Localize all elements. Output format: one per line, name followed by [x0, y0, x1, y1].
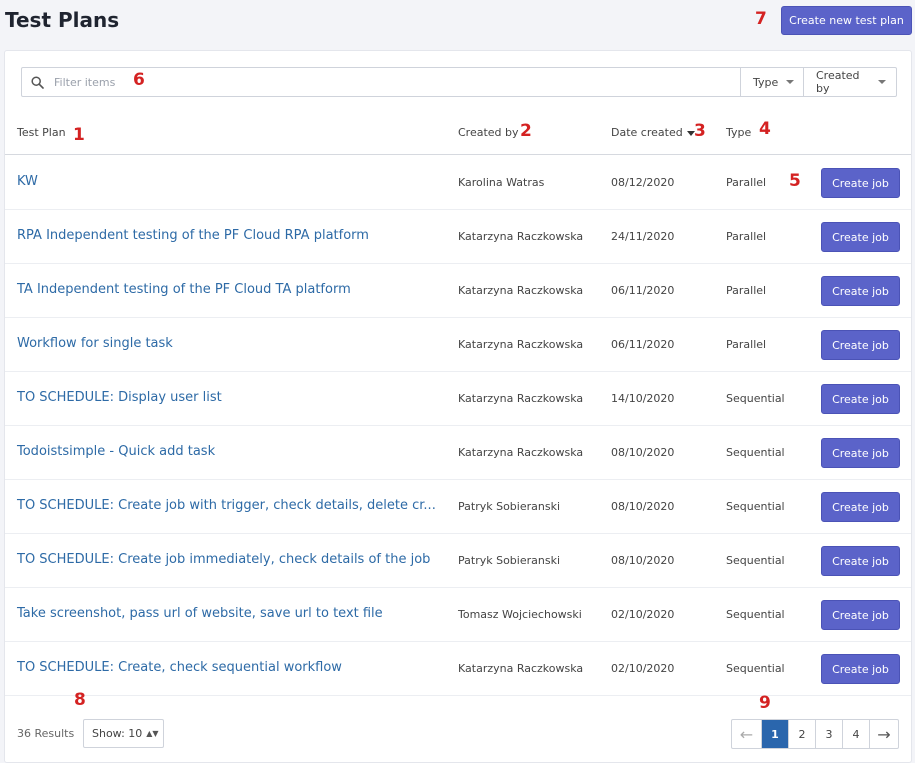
annotation-marker: 5: [789, 171, 801, 191]
type-cell: Sequential: [726, 446, 785, 459]
created-by-filter-dropdown[interactable]: Created by: [803, 68, 896, 96]
table-row: Take screenshot, pass url of website, sa…: [5, 588, 911, 642]
test-plan-link[interactable]: TO SCHEDULE: Create job immediately, che…: [17, 552, 430, 567]
created-by-cell: Katarzyna Raczkowska: [458, 392, 584, 405]
table-row: TO SCHEDULE: Create job with trigger, ch…: [5, 480, 911, 534]
type-cell: Parallel: [726, 176, 767, 189]
create-job-button[interactable]: Create job: [821, 654, 900, 684]
arrow-right-icon[interactable]: →: [869, 720, 898, 748]
type-cell: Sequential: [726, 500, 785, 513]
filter-input[interactable]: [52, 69, 740, 95]
date-created-cell: 08/10/2020: [611, 500, 675, 513]
date-created-cell: 06/11/2020: [611, 284, 675, 297]
results-count: 36 Results: [17, 727, 75, 740]
test-plan-link[interactable]: Workflow for single task: [17, 336, 173, 351]
page-title: Test Plans: [5, 8, 120, 32]
page-button[interactable]: 4: [842, 720, 869, 748]
type-cell: Sequential: [726, 554, 785, 567]
create-job-button[interactable]: Create job: [821, 492, 900, 522]
date-created-cell: 24/11/2020: [611, 230, 675, 243]
created-by-cell: Katarzyna Raczkowska: [458, 338, 584, 351]
create-new-test-plan-button[interactable]: Create new test plan: [781, 6, 912, 35]
table-row: Todoistsimple - Quick add task Katarzyna …: [5, 426, 911, 480]
table-row: TO SCHEDULE: Create job immediately, che…: [5, 534, 911, 588]
annotation-marker: 1: [73, 125, 85, 145]
create-job-button[interactable]: Create job: [821, 546, 900, 576]
date-created-cell: 02/10/2020: [611, 662, 675, 675]
column-header-date-label: Date created: [611, 126, 683, 139]
created-by-filter-label: Created by: [816, 69, 860, 95]
annotation-marker: 3: [694, 121, 706, 141]
date-created-cell: 14/10/2020: [611, 392, 675, 405]
column-header-test-plan[interactable]: Test Plan: [17, 126, 66, 139]
created-by-cell: Tomasz Wojciechowski: [458, 608, 582, 621]
column-header-created-by[interactable]: Created by: [458, 126, 519, 139]
annotation-marker: 6: [133, 70, 145, 90]
page-button[interactable]: 2: [788, 720, 815, 748]
chevron-down-icon: [878, 80, 886, 84]
type-cell: Sequential: [726, 662, 785, 675]
date-created-cell: 08/12/2020: [611, 176, 675, 189]
create-job-button[interactable]: Create job: [821, 222, 900, 252]
page-button[interactable]: 1: [761, 720, 788, 748]
table-row: TA Independent testing of the PF Cloud T…: [5, 264, 911, 318]
created-by-cell: Patryk Sobieranski: [458, 500, 561, 513]
type-filter-dropdown[interactable]: Type: [740, 68, 803, 96]
pagination: ← 1 2 3 4 →: [731, 719, 899, 749]
type-cell: Sequential: [726, 608, 785, 621]
type-cell: Parallel: [726, 284, 767, 297]
test-plans-card: Type Created by Test Plan Created by Dat…: [4, 50, 912, 763]
test-plan-link[interactable]: TO SCHEDULE: Create, check sequential wo…: [17, 660, 342, 675]
search-icon: [22, 68, 52, 96]
column-header-type[interactable]: Type: [726, 126, 751, 139]
created-by-cell: Katarzyna Raczkowska: [458, 662, 584, 675]
table-row: TO SCHEDULE: Create, check sequential wo…: [5, 642, 911, 696]
type-cell: Parallel: [726, 338, 767, 351]
table-row: TO SCHEDULE: Display user list Katarzyna …: [5, 372, 911, 426]
annotation-marker: 8: [74, 690, 86, 710]
create-job-button[interactable]: Create job: [821, 438, 900, 468]
type-cell: Sequential: [726, 392, 785, 405]
table-row: Workflow for single task Katarzyna Raczko…: [5, 318, 911, 372]
create-job-button[interactable]: Create job: [821, 384, 900, 414]
annotation-marker: 2: [520, 121, 532, 141]
up-down-chevron-icon: ▲▼: [146, 729, 159, 738]
arrow-left-icon[interactable]: ←: [732, 720, 761, 748]
test-plan-link[interactable]: TO SCHEDULE: Create job with trigger, ch…: [17, 498, 436, 513]
test-plan-link[interactable]: TO SCHEDULE: Display user list: [17, 390, 222, 405]
date-created-cell: 02/10/2020: [611, 608, 675, 621]
create-job-button[interactable]: Create job: [821, 276, 900, 306]
filter-bar: Type Created by: [21, 67, 897, 97]
test-plan-link[interactable]: RPA Independent testing of the PF Cloud …: [17, 228, 369, 243]
chevron-down-icon: [786, 80, 795, 84]
annotation-marker: 7: [755, 9, 767, 29]
date-created-cell: 08/10/2020: [611, 554, 675, 567]
created-by-cell: Katarzyna Raczkowska: [458, 284, 584, 297]
create-job-button[interactable]: Create job: [821, 330, 900, 360]
annotation-marker: 9: [759, 693, 771, 713]
create-job-button[interactable]: Create job: [821, 168, 900, 198]
created-by-cell: Patryk Sobieranski: [458, 554, 561, 567]
test-plan-link[interactable]: Todoistsimple - Quick add task: [17, 444, 215, 459]
test-plan-link[interactable]: KW: [17, 174, 38, 189]
date-created-cell: 06/11/2020: [611, 338, 675, 351]
show-per-page-value: Show: 10: [92, 727, 143, 740]
table-header: Test Plan Created by Date created Type: [5, 111, 911, 155]
created-by-cell: Karolina Watras: [458, 176, 545, 189]
show-per-page-select[interactable]: Show: 10 ▲▼: [83, 719, 164, 748]
type-filter-label: Type: [753, 75, 779, 89]
column-header-date-created[interactable]: Date created: [611, 126, 695, 139]
test-plan-link[interactable]: Take screenshot, pass url of website, sa…: [17, 606, 383, 621]
create-job-button[interactable]: Create job: [821, 600, 900, 630]
created-by-cell: Katarzyna Raczkowska: [458, 230, 584, 243]
type-cell: Parallel: [726, 230, 767, 243]
test-plan-link[interactable]: TA Independent testing of the PF Cloud T…: [17, 282, 351, 297]
table-row: RPA Independent testing of the PF Cloud …: [5, 210, 911, 264]
annotation-marker: 4: [759, 119, 771, 139]
table-row: KW Karolina Watras 08/12/2020 Parallel Creat…: [5, 156, 911, 210]
created-by-cell: Katarzyna Raczkowska: [458, 446, 584, 459]
date-created-cell: 08/10/2020: [611, 446, 675, 459]
page-button[interactable]: 3: [815, 720, 842, 748]
